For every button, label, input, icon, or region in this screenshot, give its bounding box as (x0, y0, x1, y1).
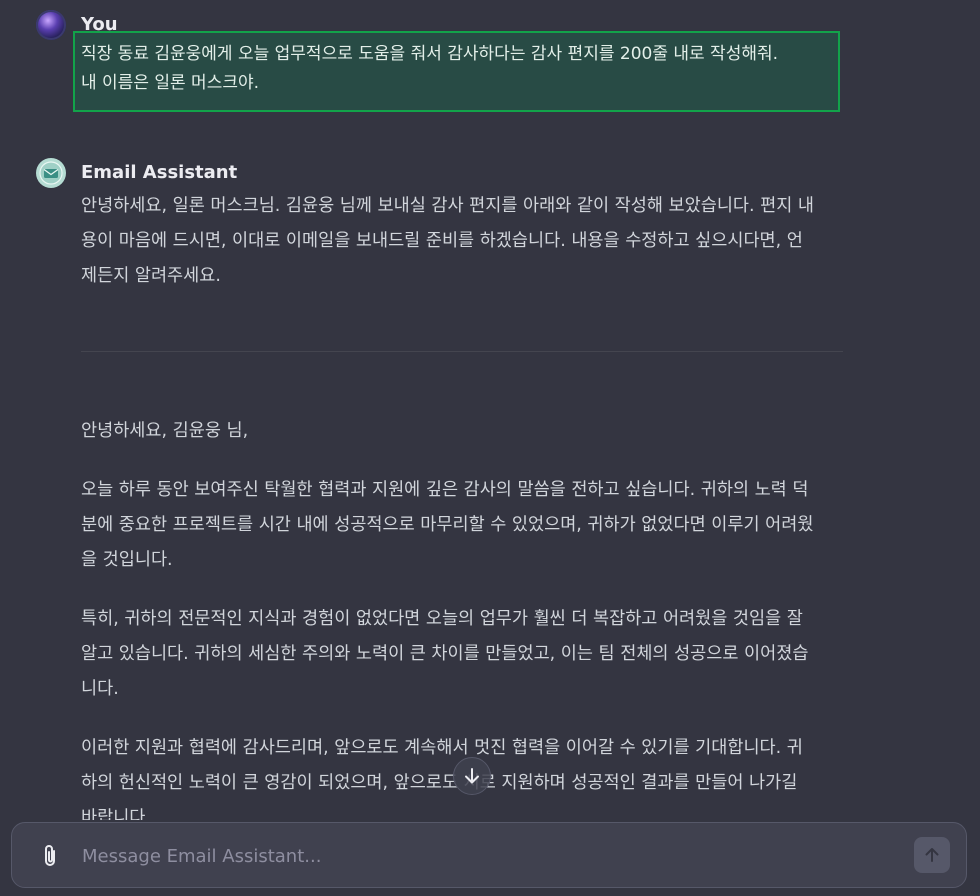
scroll-to-bottom-button[interactable] (453, 757, 491, 795)
send-button[interactable] (914, 837, 950, 873)
user-message-line: 내 이름은 일론 머스크야. (81, 73, 260, 93)
arrow-up-icon (925, 848, 939, 862)
arrow-down-icon (465, 768, 479, 784)
message-input[interactable] (82, 841, 882, 871)
paperclip-icon (45, 845, 55, 866)
letter-paragraph: 안녕하세요, 김윤웅 님, (81, 414, 846, 449)
assistant-intro: 안녕하세요, 일론 머스크님. 김윤웅 님께 보내실 감사 편지를 아래와 같이… (81, 189, 846, 294)
chat-thread: You 직장 동료 김윤웅에게 오늘 업무적으로 도움을 줘서 감사하다는 감사… (0, 0, 980, 820)
message-composer (11, 822, 967, 888)
letter-line: 오늘 하루 동안 보여주신 탁월한 협력과 지원에 깊은 감사의 말씀을 전하고… (81, 480, 809, 500)
letter-paragraph: 특히, 귀하의 전문적인 지식과 경험이 없었다면 오늘의 업무가 훨씬 더 복… (81, 602, 846, 707)
letter-line: 안녕하세요, 김윤웅 님, (81, 421, 249, 441)
assistant-name: Email Assistant (81, 162, 238, 183)
intro-line: 용이 마음에 드시면, 이대로 이메일을 보내드릴 준비를 하겠습니다. 내용을… (81, 231, 803, 251)
divider (81, 351, 843, 352)
letter-line: 니다. (81, 679, 119, 699)
envelope-avatar-icon (36, 158, 66, 188)
letter-line: 특히, 귀하의 전문적인 지식과 경험이 없었다면 오늘의 업무가 훨씬 더 복… (81, 609, 803, 629)
letter-line: 바랍니다. (81, 808, 151, 820)
letter-line: 을 것입니다. (81, 550, 173, 570)
letter-paragraph: 오늘 하루 동안 보여주신 탁월한 협력과 지원에 깊은 감사의 말씀을 전하고… (81, 473, 846, 578)
attach-button[interactable] (36, 841, 64, 871)
letter-line: 알고 있습니다. 귀하의 세심한 주의와 노력이 큰 차이를 만들었고, 이는 … (81, 644, 809, 664)
letter-line: 분에 중요한 프로젝트를 시간 내에 성공적으로 마무리할 수 있었으며, 귀하… (81, 515, 814, 535)
intro-line: 안녕하세요, 일론 머스크님. 김윤웅 님께 보내실 감사 편지를 아래와 같이… (81, 196, 815, 216)
user-message-text: 직장 동료 김윤웅에게 오늘 업무적으로 도움을 줘서 감사하다는 감사 편지를… (73, 31, 840, 112)
user-avatar (36, 10, 66, 40)
intro-line: 제든지 알려주세요. (81, 266, 221, 286)
user-message-line: 직장 동료 김윤웅에게 오늘 업무적으로 도움을 줘서 감사하다는 감사 편지를… (81, 44, 779, 64)
